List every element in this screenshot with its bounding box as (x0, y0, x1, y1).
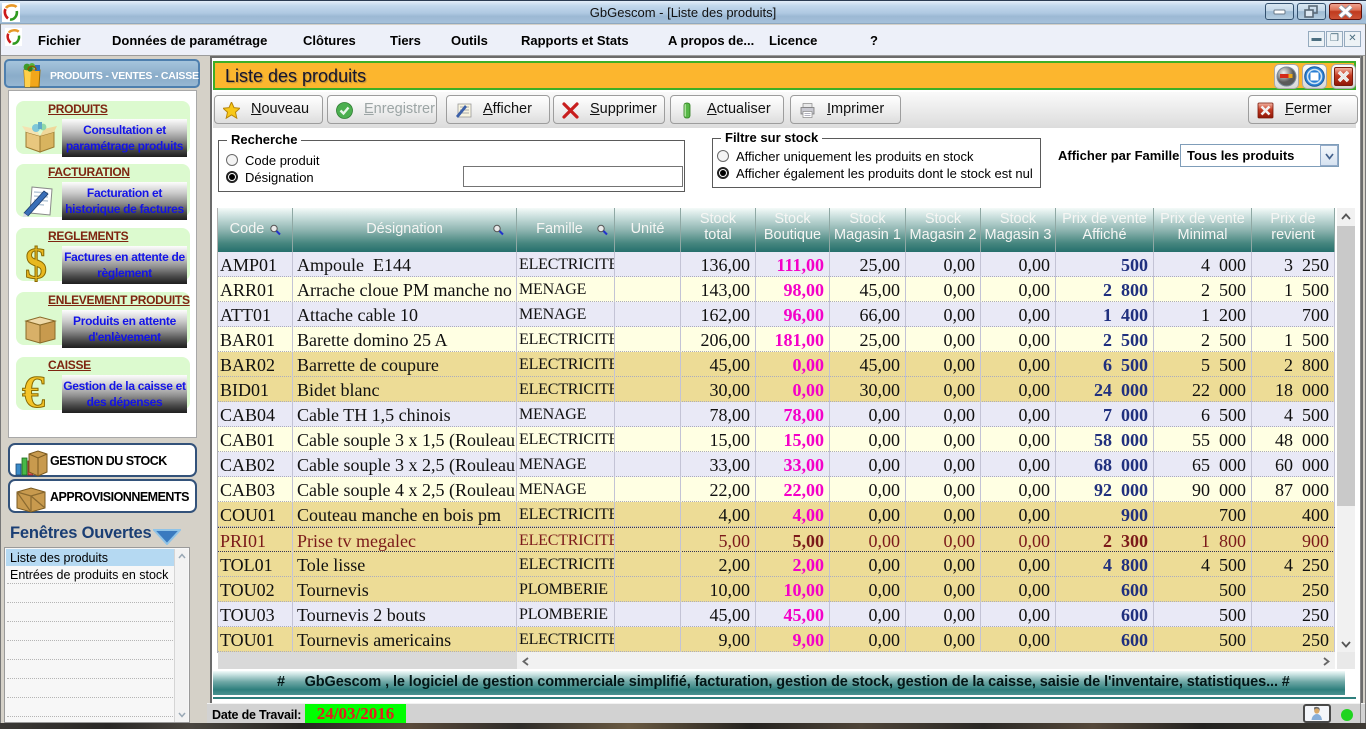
svg-text:$: $ (25, 242, 47, 284)
svg-text:€: € (22, 370, 45, 414)
